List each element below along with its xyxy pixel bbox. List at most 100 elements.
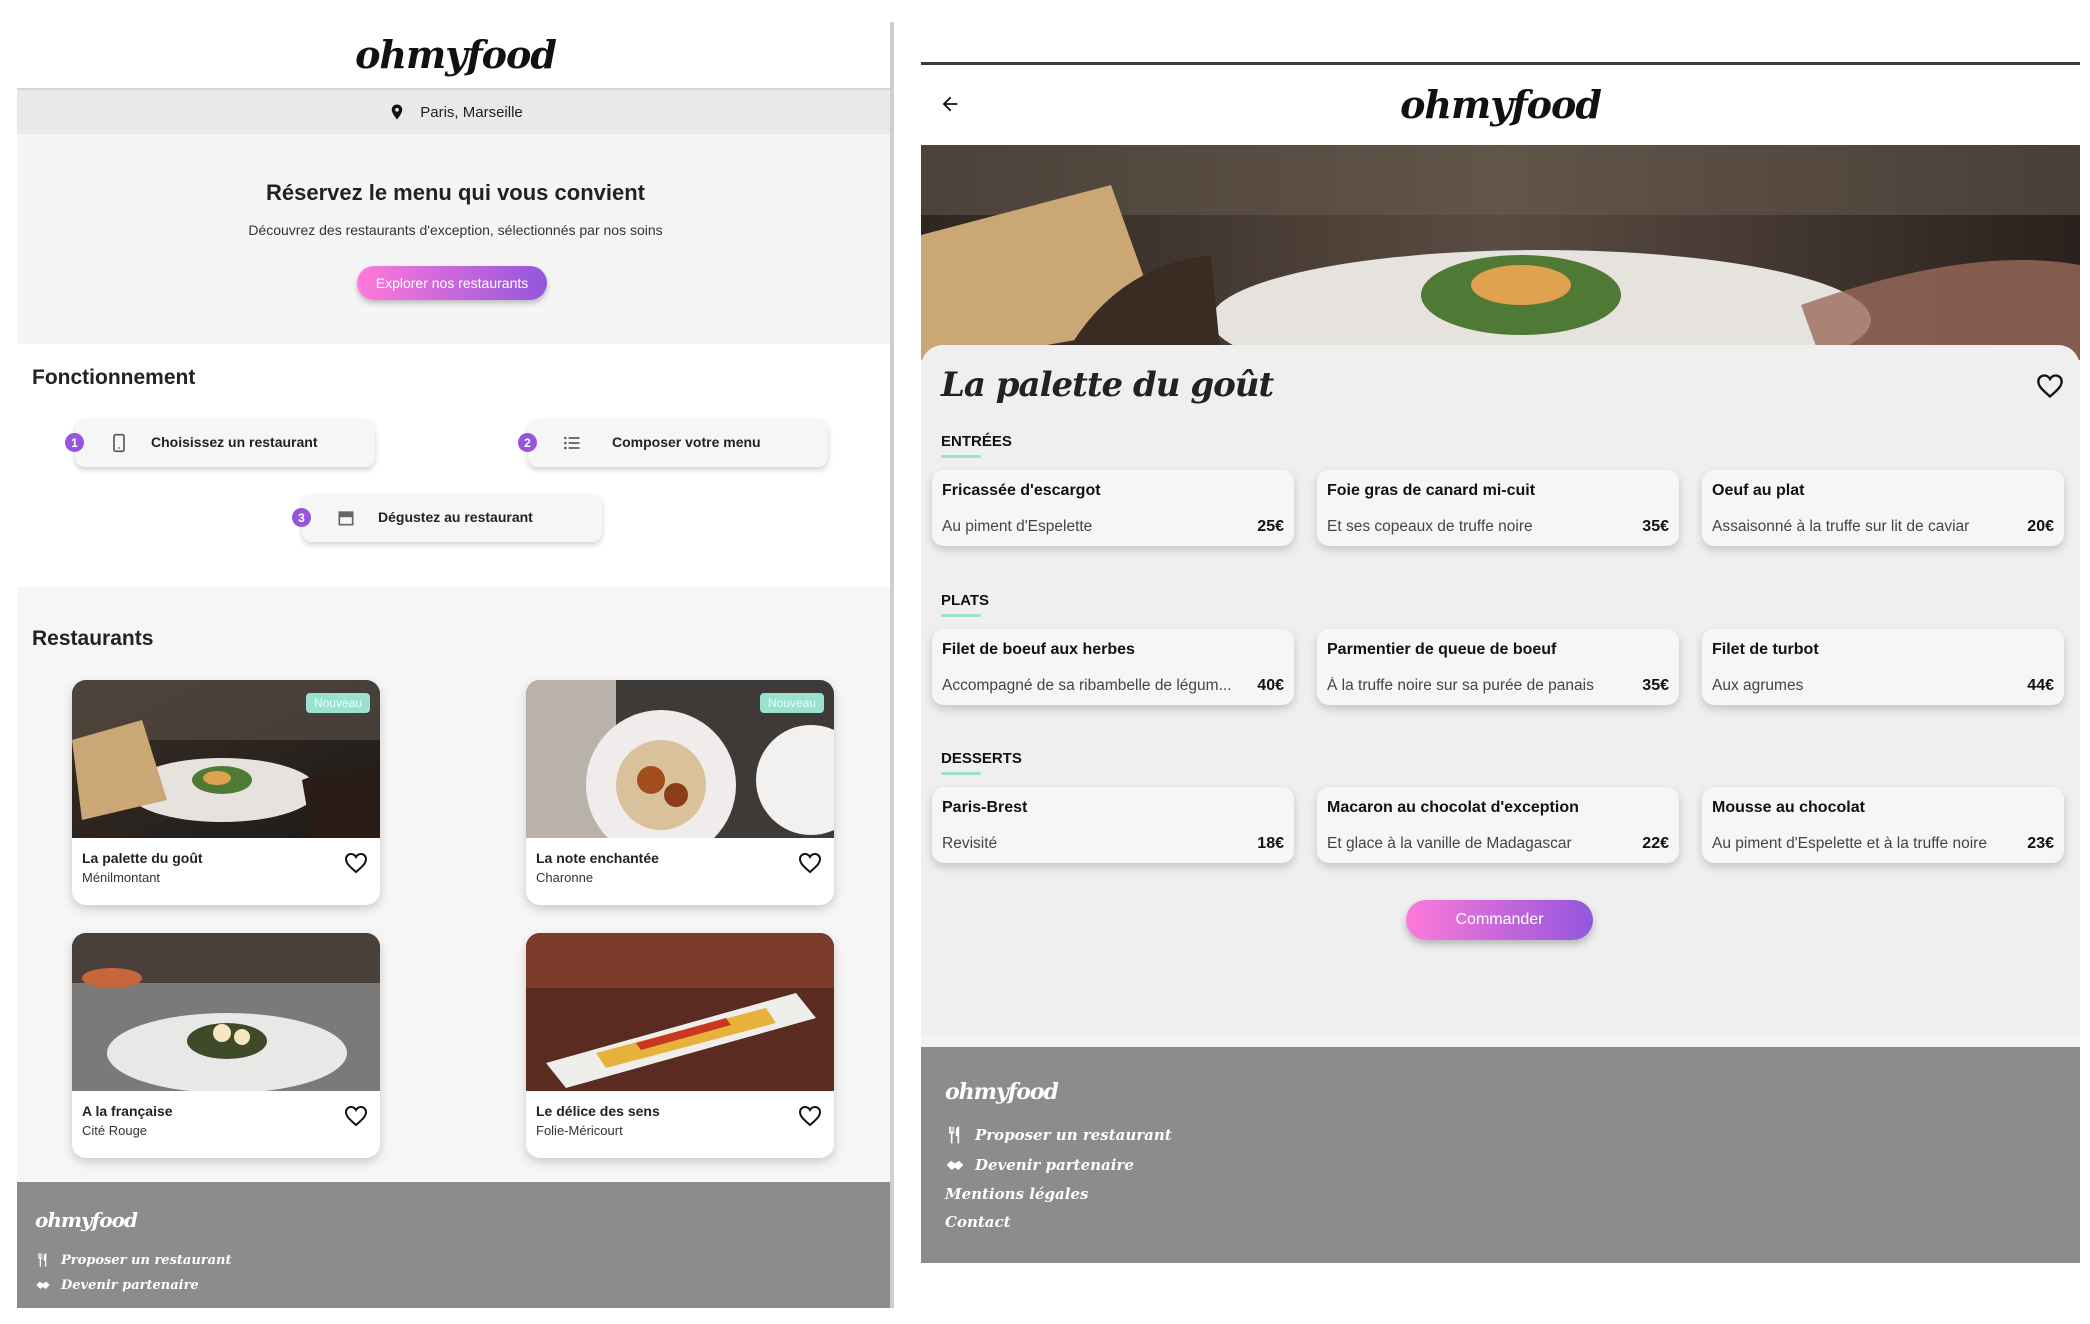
dish-name: Foie gras de canard mi-cuit	[1327, 482, 1536, 499]
dish-card[interactable]: Filet de turbot Aux agrumes 44€	[1702, 629, 2064, 705]
dish-price: 35€	[1642, 677, 1669, 694]
footer-link[interactable]: Proposer un restaurant	[945, 1125, 1172, 1145]
restaurant-card[interactable]: A la française Cité Rouge	[72, 933, 380, 1158]
step-card-3: 3 Dégustez au restaurant	[292, 494, 602, 542]
menu-footer: ohmyfood Proposer un restaurant Devenir …	[921, 1047, 2080, 1263]
restaurant-area: Cité Rouge	[82, 1123, 148, 1138]
step-number: 1	[65, 433, 84, 452]
dish-card[interactable]: Foie gras de canard mi-cuit Et ses copea…	[1317, 470, 1679, 546]
dish-price: 20€	[2027, 518, 2054, 535]
new-badge: Nouveau	[759, 693, 824, 713]
dish-name: Parmentier de queue de boeuf	[1327, 641, 1557, 658]
restaurant-name: La palette du goût	[82, 850, 203, 866]
step-number: 2	[518, 433, 537, 452]
dish-description: Et glace à la vanille de Madagascar	[1327, 835, 1572, 852]
dish-price: 40€	[1257, 677, 1284, 694]
dish-description: Au piment d'Espelette	[942, 518, 1093, 535]
location-text: Paris, Marseille	[420, 103, 523, 121]
category-title: DESSERTS	[941, 750, 1022, 775]
restaurant-card[interactable]: Le délice des sens Folie-Méricourt	[526, 933, 834, 1158]
step-card-2: 2 Composer votre menu	[518, 419, 828, 467]
restaurant-photo	[526, 933, 834, 1091]
menu-content: La palette du goût ENTRÉES Fricassée d'e…	[921, 345, 2080, 1035]
step-number: 3	[292, 508, 311, 527]
dish-name: Macaron au chocolat d'exception	[1327, 799, 1579, 816]
dish-price: 35€	[1642, 518, 1669, 535]
dish-description: Aux agrumes	[1712, 677, 1804, 694]
dish-description: Accompagné de sa ribambelle de légum...	[942, 677, 1232, 694]
restaurant-banner	[921, 145, 2080, 360]
footer-link[interactable]: Proposer un restaurant	[35, 1252, 232, 1268]
dish-card[interactable]: Parmentier de queue de boeuf À la truffe…	[1317, 629, 1679, 705]
dish-description: Assaisonné à la truffe sur lit de caviar	[1712, 518, 1970, 535]
heart-icon[interactable]	[798, 852, 822, 874]
dish-description: À la truffe noire sur sa purée de panais	[1327, 677, 1594, 694]
hero-subtitle: Découvrez des restaurants d'exception, s…	[248, 222, 663, 238]
dish-name: Oeuf au plat	[1712, 482, 1805, 499]
dish-price: 44€	[2027, 677, 2054, 694]
heart-icon[interactable]	[344, 852, 368, 874]
scrollbar[interactable]	[890, 22, 894, 1308]
footer-link-label: Contact	[945, 1213, 1011, 1231]
dish-card[interactable]: Macaron au chocolat d'exception Et glace…	[1317, 787, 1679, 863]
category-title: ENTRÉES	[941, 433, 1012, 458]
restaurant-area: Charonne	[536, 870, 594, 885]
location-pin-icon	[391, 104, 403, 120]
footer-link[interactable]: Devenir partenaire	[945, 1155, 1134, 1175]
location-bar: Paris, Marseille	[17, 88, 894, 134]
footer-logo: ohmyfood	[945, 1079, 1059, 1105]
order-button[interactable]: Commander	[1406, 900, 1593, 940]
dish-name: Filet de boeuf aux herbes	[942, 641, 1135, 658]
store-icon	[338, 511, 354, 526]
heart-icon[interactable]	[2036, 373, 2064, 399]
step-label: Composer votre menu	[612, 434, 761, 450]
explore-button[interactable]: Explorer nos restaurants	[357, 266, 547, 300]
dish-card[interactable]: Paris-Brest Revisité 18€	[932, 787, 1294, 863]
brand-logo[interactable]: ohmyfood	[921, 65, 2080, 145]
restaurant-card[interactable]: Nouveau La palette du goût Ménilmontant	[72, 680, 380, 905]
dish-name: Mousse au chocolat	[1712, 799, 1865, 816]
restaurant-card[interactable]: Nouveau La note enchantée Charonne	[526, 680, 834, 905]
dish-card[interactable]: Fricassée d'escargot Au piment d'Espelet…	[932, 470, 1294, 546]
phone-icon	[113, 433, 125, 453]
dish-card[interactable]: Mousse au chocolat Au piment d'Espelette…	[1702, 787, 2064, 863]
footer-link[interactable]: Contact	[945, 1213, 1011, 1231]
brand-logo[interactable]: ohmyfood	[355, 32, 557, 77]
new-badge: Nouveau	[305, 693, 370, 713]
footer-logo: ohmyfood	[35, 1208, 138, 1232]
hero-section: Réservez le menu qui vous convient Décou…	[17, 134, 894, 344]
restaurant-name: Le délice des sens	[536, 1103, 660, 1119]
dish-card[interactable]: Oeuf au plat Assaisonné à la truffe sur …	[1702, 470, 2064, 546]
dish-description: Et ses copeaux de truffe noire	[1327, 518, 1533, 535]
dish-name: Fricassée d'escargot	[942, 482, 1101, 499]
restaurant-title: La palette du goût	[941, 365, 1274, 405]
footer-link[interactable]: Mentions légales	[945, 1185, 1088, 1203]
restaurants-title: Restaurants	[32, 627, 154, 650]
restaurant-name: A la française	[82, 1103, 173, 1119]
footer-link[interactable]: Devenir partenaire	[35, 1277, 199, 1293]
back-arrow-icon[interactable]	[939, 93, 961, 115]
category-title: PLATS	[941, 592, 990, 617]
heart-icon[interactable]	[344, 1105, 368, 1127]
dish-card[interactable]: Filet de boeuf aux herbes Accompagné de …	[932, 629, 1294, 705]
restaurants-section: Restaurants Nouveau La palette du goût M…	[17, 587, 894, 1182]
how-title: Fonctionnement	[32, 366, 196, 389]
home-header: ohmyfood	[17, 22, 894, 88]
handshake-icon	[36, 1281, 50, 1289]
restaurant-area: Folie-Méricourt	[536, 1123, 623, 1138]
cutlery-icon	[949, 1126, 960, 1144]
footer-link-label: Devenir partenaire	[61, 1277, 199, 1293]
restaurant-name: La note enchantée	[536, 850, 659, 866]
how-it-works-section: Fonctionnement 1 Choisissez un restauran…	[17, 344, 894, 587]
restaurant-area: Ménilmontant	[82, 870, 161, 885]
heart-icon[interactable]	[798, 1105, 822, 1127]
restaurant-photo	[72, 933, 380, 1091]
footer-link-label: Proposer un restaurant	[975, 1126, 1172, 1144]
home-footer: ohmyfood Proposer un restaurant Devenir …	[17, 1182, 894, 1308]
footer-link-label: Proposer un restaurant	[61, 1252, 232, 1268]
handshake-icon	[946, 1160, 964, 1170]
dish-name: Paris-Brest	[942, 799, 1028, 816]
step-card-1: 1 Choisissez un restaurant	[65, 419, 375, 467]
list-icon	[564, 436, 580, 450]
dish-description: Au piment d'Espelette et à la truffe noi…	[1712, 835, 1987, 852]
